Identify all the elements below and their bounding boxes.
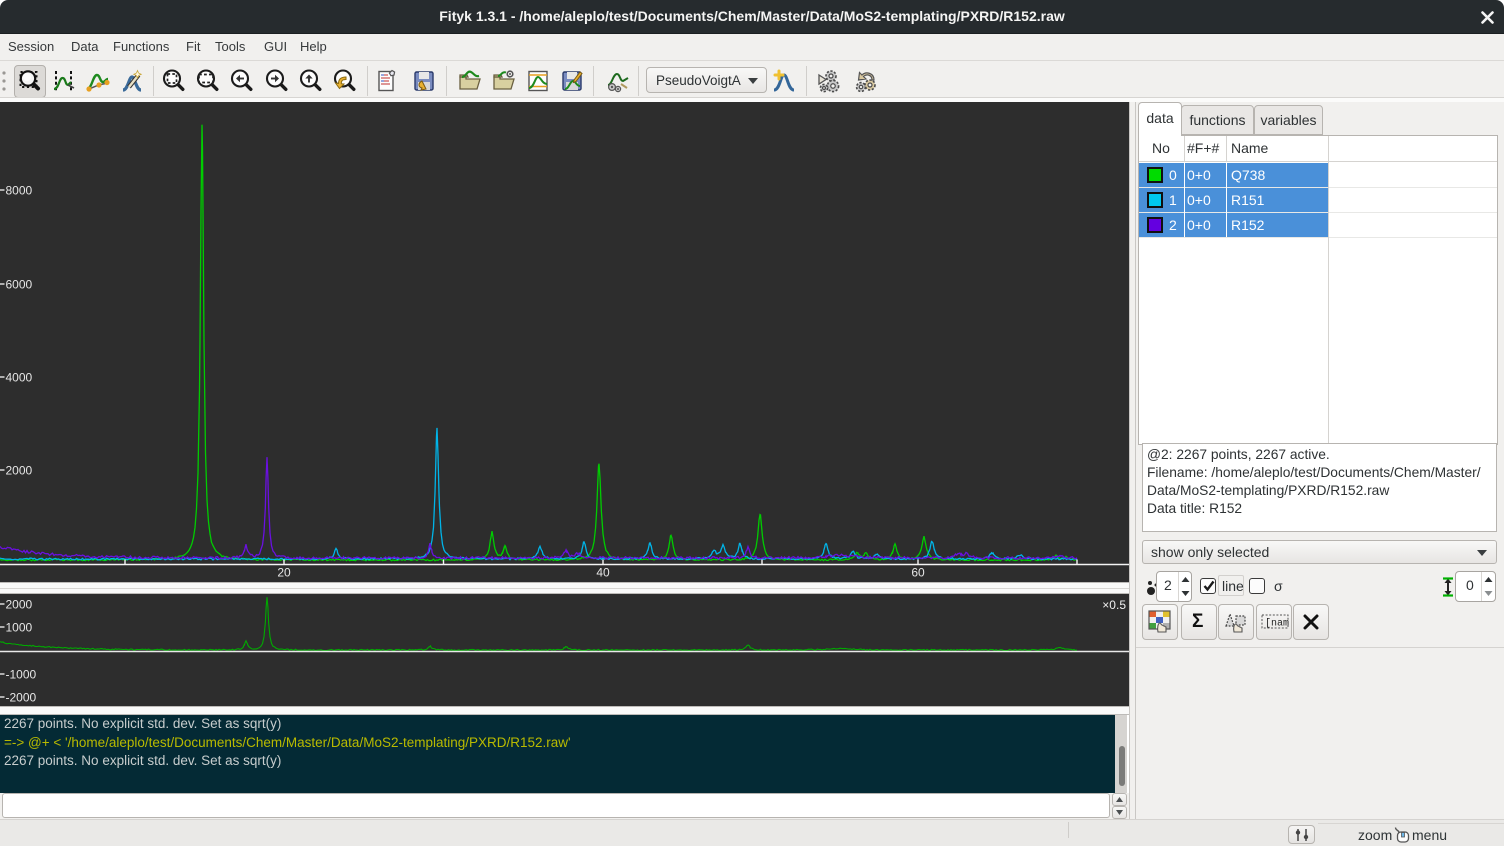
- svg-text:60: 60: [911, 566, 925, 580]
- svg-text:[nam: [nam: [1265, 618, 1289, 630]
- svg-text:20: 20: [277, 566, 291, 580]
- svg-text:1000: 1000: [6, 621, 33, 635]
- svg-text:-1000: -1000: [6, 668, 37, 682]
- svg-text:8000: 8000: [6, 184, 33, 198]
- svg-text:2000: 2000: [6, 464, 33, 478]
- svg-text:2000: 2000: [6, 598, 33, 612]
- svg-text:×0.5: ×0.5: [1102, 598, 1126, 612]
- svg-text:-2000: -2000: [6, 691, 37, 705]
- svg-text:4000: 4000: [6, 371, 33, 385]
- svg-text:40: 40: [596, 566, 610, 580]
- svg-text:6000: 6000: [6, 278, 33, 292]
